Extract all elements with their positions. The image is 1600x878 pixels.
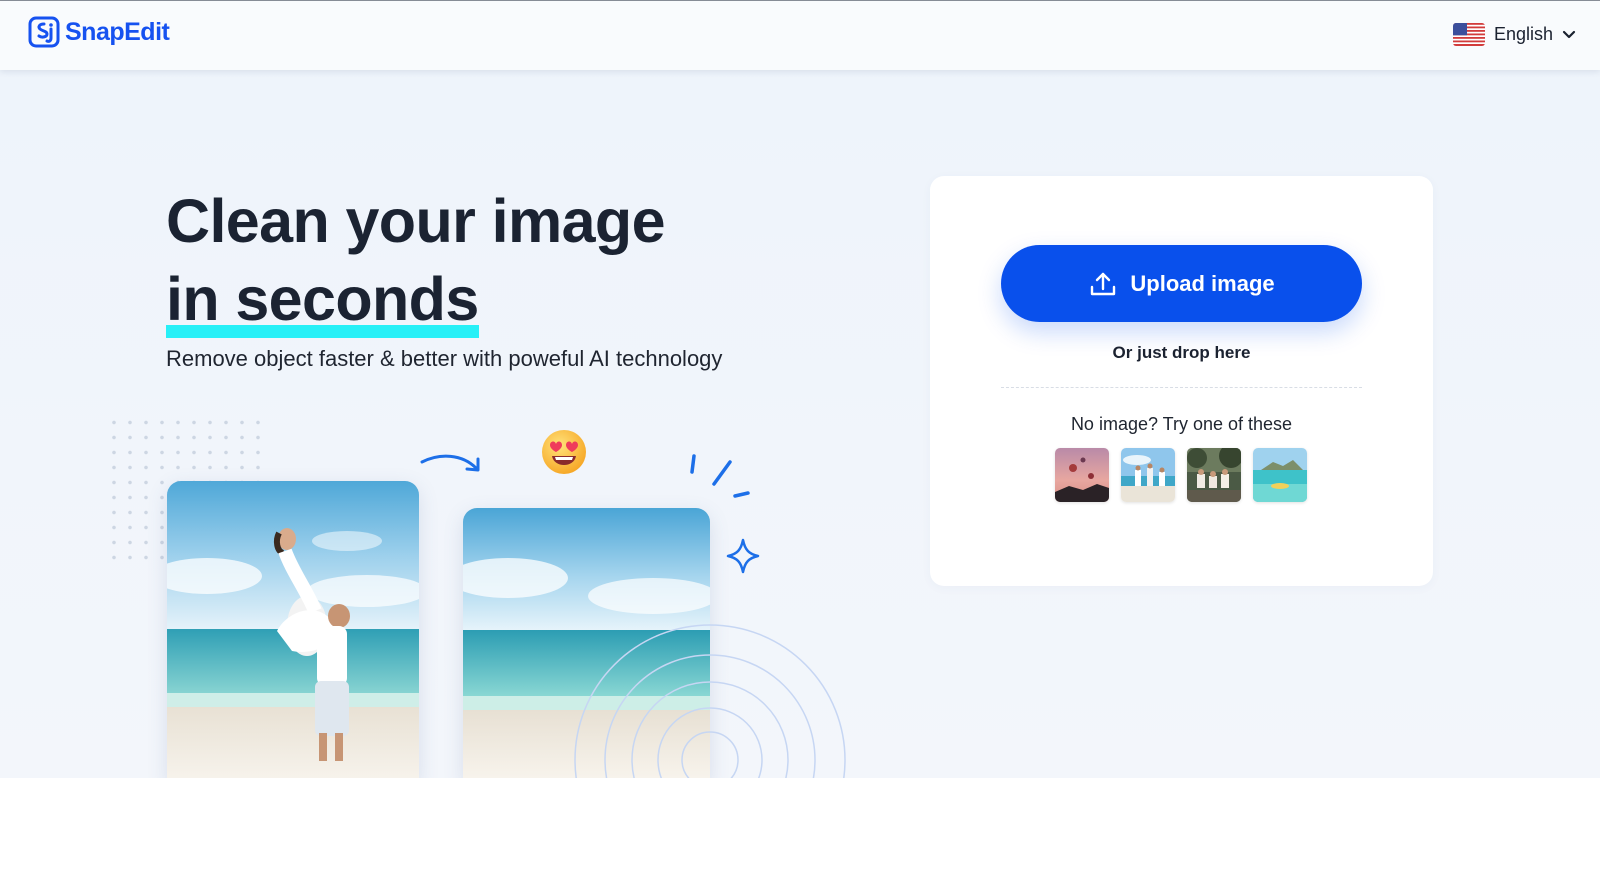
sample-image-balloons[interactable] — [1055, 448, 1109, 502]
sample-image-beach-group[interactable] — [1121, 448, 1175, 502]
hero-title-highlight: in seconds — [166, 260, 479, 338]
upload-button-label: Upload image — [1130, 270, 1275, 296]
sample-image-forest-group[interactable] — [1187, 448, 1241, 502]
hero-subtitle: Remove object faster & better with powef… — [166, 346, 723, 371]
snapedit-logo[interactable]: SnapEdit — [28, 16, 170, 48]
before-photo — [167, 481, 419, 778]
brand-name: SnapEdit — [65, 17, 170, 46]
upload-card: Upload image Or just drop here No image?… — [930, 176, 1433, 586]
us-flag-icon — [1452, 23, 1485, 46]
language-label: English — [1493, 24, 1553, 44]
sample-image-island-sea[interactable] — [1253, 448, 1307, 502]
logo-icon — [28, 16, 60, 48]
samples-label: No image? Try one of these — [1070, 414, 1293, 434]
language-selector[interactable]: English — [1452, 23, 1576, 46]
hero-title-line-1: Clean your image — [166, 187, 666, 255]
hero-title: Clean your image in seconds — [166, 182, 666, 338]
upload-icon — [1091, 272, 1116, 295]
drop-hint: Or just drop here — [1112, 343, 1251, 362]
hero-section: Clean your image in seconds Remove objec… — [0, 70, 1600, 778]
upload-image-button[interactable]: Upload image — [1001, 245, 1362, 322]
site-header: SnapEdit English — [0, 1, 1600, 70]
chevron-down-icon — [1562, 30, 1576, 38]
sample-images — [1055, 448, 1307, 502]
after-photo — [463, 508, 710, 778]
heart-eyes-emoji-icon — [542, 430, 586, 474]
dashed-divider — [1001, 387, 1362, 388]
